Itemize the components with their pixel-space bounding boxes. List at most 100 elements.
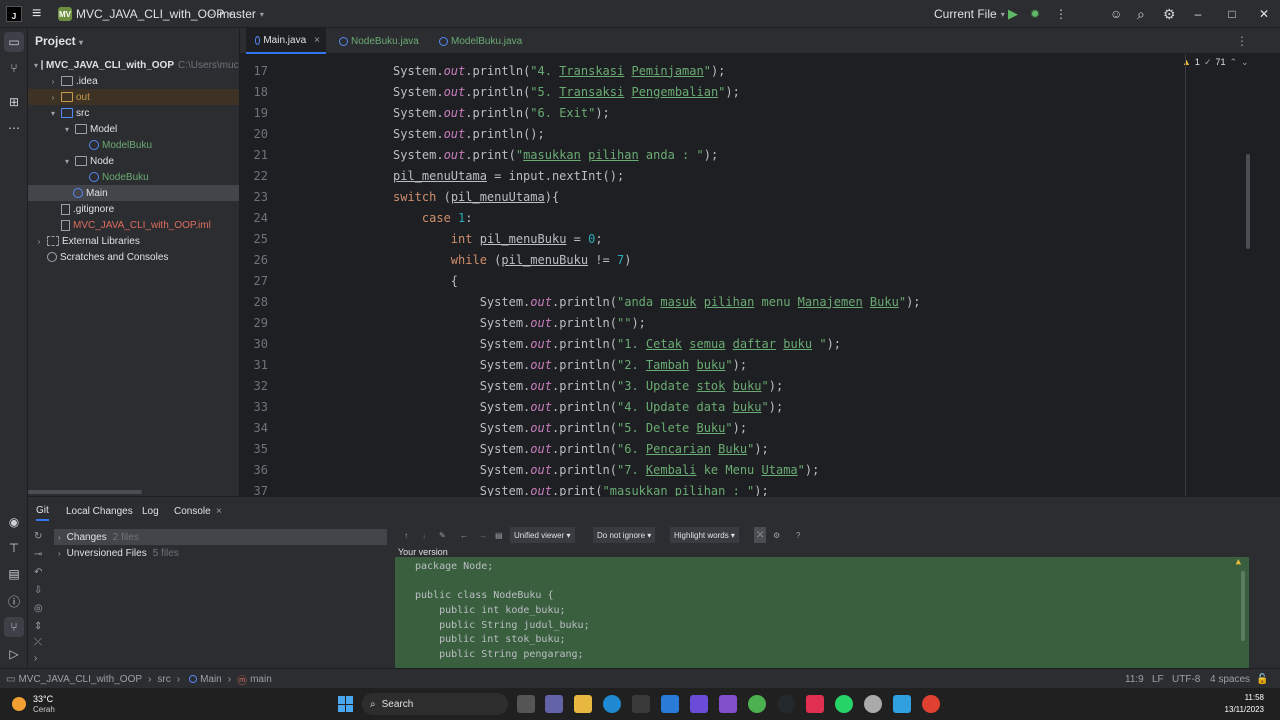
edit-icon[interactable]: ✎	[439, 527, 446, 543]
changes-list-row[interactable]: › Changes 2 files	[54, 529, 387, 545]
build-icon[interactable]: ⊤	[4, 538, 24, 558]
close-icon[interactable]: ×	[216, 501, 222, 521]
edge-icon[interactable]	[603, 695, 621, 713]
preview-icon[interactable]: ◎	[34, 603, 43, 614]
more-tools-icon[interactable]: ⋯	[4, 118, 24, 138]
clock-time[interactable]: 11:58	[1224, 693, 1264, 702]
tree-item-idea[interactable]: › .idea	[28, 73, 239, 89]
app-icon[interactable]	[864, 695, 882, 713]
problems-icon[interactable]: ⓘ	[4, 591, 24, 611]
tab-main-java[interactable]: Main.java ×	[246, 28, 326, 54]
settings-icon[interactable]: ⚙	[773, 527, 780, 543]
tree-item-root[interactable]: ▾ MVC_JAVA_CLI_with_OOP C:\Users\muchi	[28, 57, 239, 73]
help-icon[interactable]: ?	[796, 527, 800, 543]
arrow-up-icon[interactable]: ↑	[404, 527, 408, 543]
collapse-icon[interactable]: ⤫	[34, 637, 42, 648]
arrow-left-icon[interactable]: ←	[460, 527, 468, 543]
tab-nodebuku-java[interactable]: NodeBuku.java	[330, 28, 425, 54]
expand-icon[interactable]: ⇕	[34, 621, 42, 632]
services-icon[interactable]: ◉	[4, 512, 24, 532]
maximize-icon[interactable]: □	[1214, 0, 1250, 28]
commit-icon[interactable]: ⊸	[34, 549, 42, 560]
arrow-right-icon[interactable]: →	[479, 527, 487, 543]
github-icon[interactable]	[777, 695, 795, 713]
project-selector[interactable]: MV MVC_JAVA_CLI_with_OOP ▾	[58, 0, 232, 28]
chrome-profile-icon[interactable]	[922, 695, 940, 713]
power-automate-icon[interactable]	[690, 695, 708, 713]
lock-icon[interactable]: 🔓	[1256, 669, 1268, 689]
settings-icon[interactable]: ⚙	[1163, 0, 1176, 28]
more-icon[interactable]: ⋮	[1055, 0, 1067, 28]
tab-local-changes[interactable]: Local Changes	[66, 501, 133, 521]
structure-icon[interactable]: ⊞	[4, 92, 24, 112]
tree-item-main[interactable]: Main	[28, 185, 239, 201]
windows-start-icon[interactable]	[338, 696, 354, 712]
shelve-icon[interactable]: ⇩	[34, 585, 42, 596]
indent-setting[interactable]: 4 spaces	[1210, 669, 1250, 689]
run-config-selector[interactable]: Current File ▾	[934, 0, 1005, 28]
search-icon[interactable]: ⌕	[1137, 0, 1145, 28]
close-icon[interactable]: ✕	[1246, 0, 1280, 28]
tree-item-model[interactable]: ▾ Model	[28, 121, 239, 137]
tree-item-modelbuku[interactable]: ModelBuku	[28, 137, 239, 153]
teams-icon[interactable]	[545, 695, 563, 713]
intellij-icon[interactable]	[806, 695, 824, 713]
tree-item-scratches[interactable]: Scratches and Consoles	[28, 249, 239, 265]
branch-selector[interactable]: ⑂ master ▾	[208, 0, 264, 28]
rollback-icon[interactable]: ↶	[34, 567, 42, 578]
collapse-unchanged-icon[interactable]: ⤫	[754, 527, 767, 543]
diff-viewer[interactable]: package Node; public class NodeBuku { pu…	[395, 557, 1249, 668]
add-user-icon[interactable]: ☺	[1110, 0, 1122, 28]
chrome-icon[interactable]	[748, 695, 766, 713]
tree-item-external-libraries[interactable]: › External Libraries	[28, 233, 239, 249]
arrow-down-icon[interactable]: ↓	[422, 527, 426, 543]
taskbar-search[interactable]: ⌕ Search	[362, 693, 508, 715]
tree-item-nodebuku[interactable]: NodeBuku	[28, 169, 239, 185]
store-icon[interactable]	[632, 695, 650, 713]
unversioned-files-row[interactable]: › Unversioned Files 5 files	[54, 545, 387, 561]
list-icon[interactable]: ▤	[495, 527, 503, 543]
run-icon[interactable]: ▶	[1008, 0, 1018, 28]
tree-item-node[interactable]: ▾ Node	[28, 153, 239, 169]
tab-modelbuku-java[interactable]: ModelBuku.java	[430, 28, 528, 54]
debug-icon[interactable]: ✹	[1030, 0, 1040, 28]
file-encoding[interactable]: UTF-8	[1172, 669, 1200, 689]
whatsapp-icon[interactable]	[835, 695, 853, 713]
refresh-icon[interactable]: ↻	[34, 531, 42, 542]
project-folder-icon[interactable]: ▭	[4, 32, 24, 52]
tab-log[interactable]: Log	[142, 501, 159, 521]
line-separator[interactable]: LF	[1152, 669, 1164, 689]
cursor-position[interactable]: 11:9	[1125, 669, 1144, 689]
code-editor[interactable]: 17 System.out.println("4. Transkasi Pemin…	[240, 60, 1280, 497]
file-explorer-icon[interactable]	[574, 695, 592, 713]
tree-item-out[interactable]: › out	[28, 89, 239, 105]
tab-git[interactable]: Git	[36, 501, 49, 521]
git-icon[interactable]: ⑂	[4, 617, 24, 637]
viewer-dropdown[interactable]: Unified viewer ▾	[510, 527, 575, 543]
panel-title[interactable]: Project ▾	[35, 34, 83, 48]
highlight-dropdown[interactable]: Highlight words ▾	[670, 527, 739, 543]
vertical-scrollbar[interactable]	[1246, 154, 1250, 249]
tree-item-iml[interactable]: MVC_JAVA_CLI_with_OOP.iml	[28, 217, 239, 233]
mail-icon[interactable]	[661, 695, 679, 713]
run-tool-icon[interactable]: ▷	[4, 644, 24, 664]
notepad-icon[interactable]	[893, 695, 911, 713]
weather-icon[interactable]	[12, 697, 26, 711]
commit-icon[interactable]: ⑂	[4, 58, 24, 78]
tree-item-gitignore[interactable]: .gitignore	[28, 201, 239, 217]
more-icon[interactable]: ›	[34, 653, 37, 664]
jetbrains-logo-icon[interactable]: J	[6, 0, 22, 28]
more-tabs-icon[interactable]: ⋮	[1236, 34, 1248, 48]
tab-console[interactable]: Console	[174, 501, 211, 521]
ignore-dropdown[interactable]: Do not ignore ▾	[593, 527, 656, 543]
close-tab-icon[interactable]: ×	[314, 35, 320, 46]
diff-scrollbar[interactable]	[1241, 571, 1245, 641]
task-view-icon[interactable]	[517, 695, 535, 713]
main-menu-icon[interactable]: ≡	[32, 0, 41, 28]
clock-date[interactable]: 13/11/2023	[1214, 705, 1264, 714]
minimize-icon[interactable]: –	[1180, 0, 1216, 28]
tree-item-src[interactable]: ▾ src	[28, 105, 239, 121]
horizontal-scrollbar[interactable]	[28, 490, 142, 494]
terminal-icon[interactable]: ▤	[4, 564, 24, 584]
visual-studio-icon[interactable]	[719, 695, 737, 713]
